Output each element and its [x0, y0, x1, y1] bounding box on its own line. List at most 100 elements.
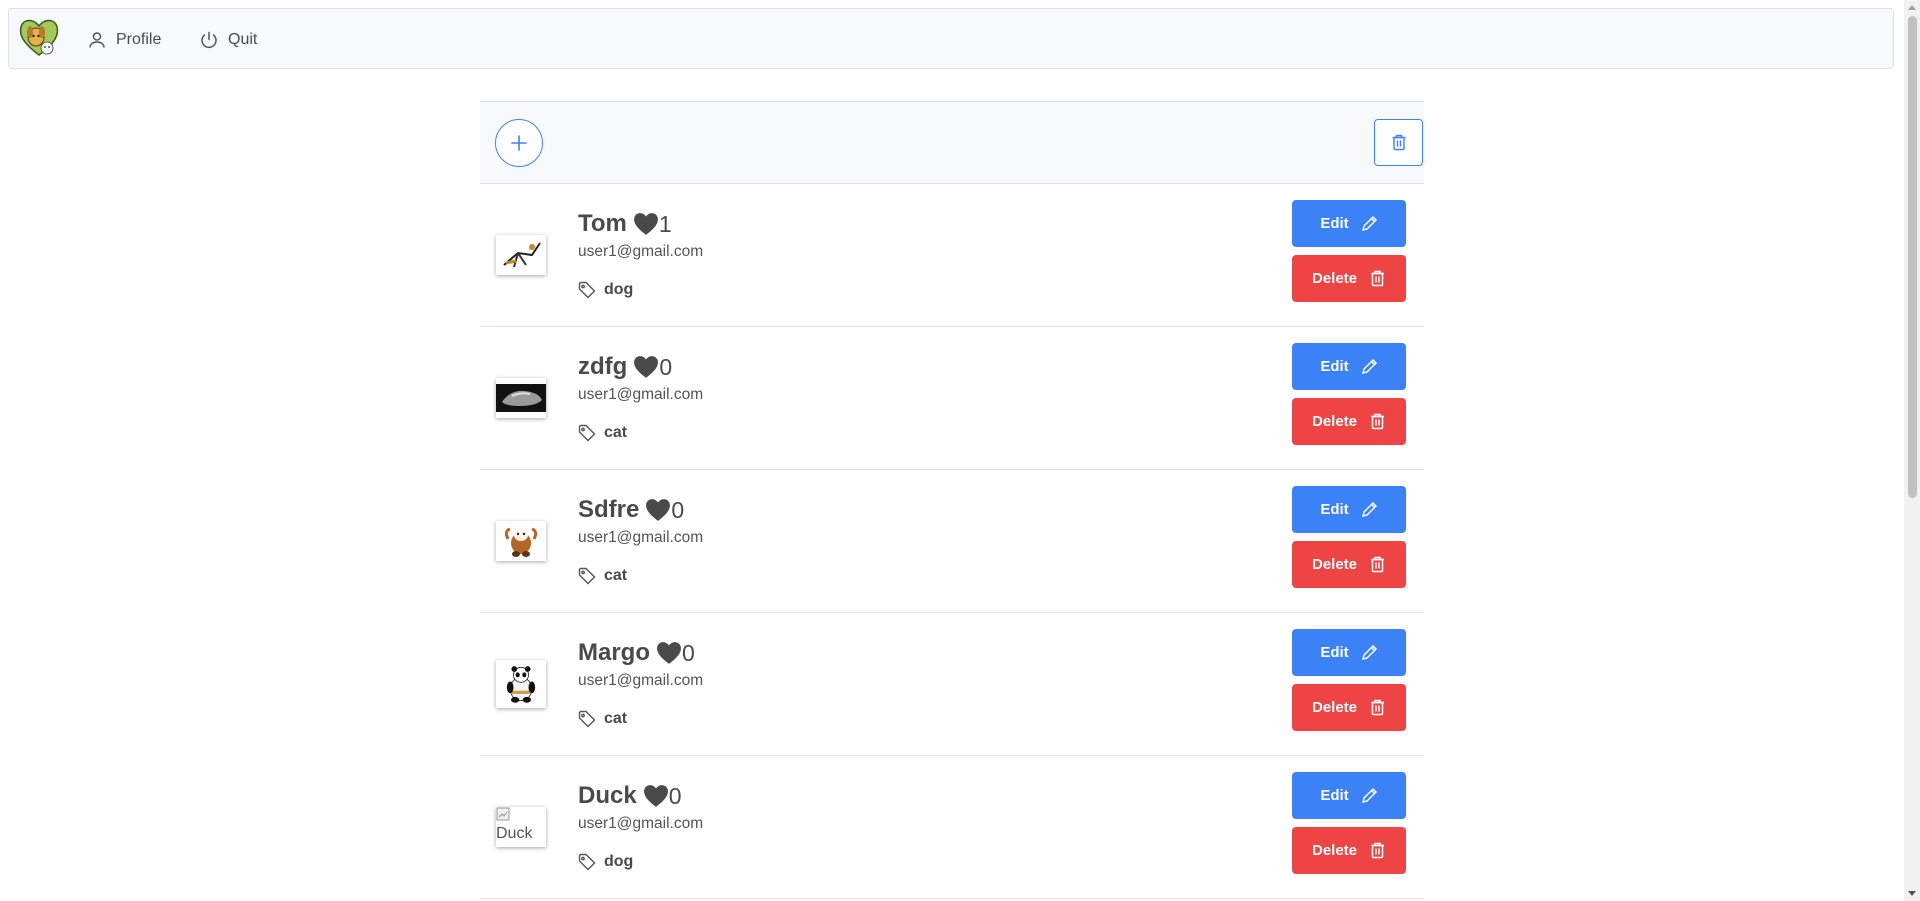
like-count: 1 — [658, 210, 672, 237]
pet-tag-label: dog — [604, 853, 634, 870]
edit-button[interactable]: Edit — [1292, 629, 1406, 676]
like-count: 0 — [682, 639, 695, 666]
pet-list-item: Tom 1 user1@gmail.com dog Edit Delete — [480, 184, 1424, 327]
trash-icon — [1371, 413, 1385, 430]
list-toolbar — [480, 101, 1424, 184]
delete-button-label: Delete — [1311, 270, 1358, 287]
page-scrollbar[interactable] — [1904, 0, 1920, 901]
delete-all-button[interactable] — [1374, 119, 1423, 166]
pet-name: Duck — [578, 782, 637, 809]
delete-button-label: Delete — [1311, 699, 1358, 716]
like-count: 0 — [659, 353, 673, 380]
pet-tag: cat — [578, 710, 627, 728]
heart-icon[interactable] — [633, 212, 659, 236]
trash-icon — [1371, 699, 1385, 716]
edit-button[interactable]: Edit — [1292, 772, 1406, 819]
scroll-up-arrow-icon[interactable] — [1908, 5, 1916, 10]
like-count: 0 — [671, 496, 685, 523]
delete-button[interactable]: Delete — [1292, 684, 1406, 731]
edit-button-label: Edit — [1320, 501, 1349, 518]
power-icon — [201, 31, 217, 48]
tag-icon — [578, 424, 596, 442]
pencil-icon — [1361, 501, 1377, 518]
pencil-icon — [1361, 358, 1377, 375]
pet-image-alt-text: Duck — [496, 825, 533, 842]
delete-button[interactable]: Delete — [1292, 398, 1406, 445]
pet-name: Sdfre — [578, 496, 640, 523]
trash-icon — [1392, 134, 1405, 151]
pet-name: zdfg — [578, 353, 628, 380]
delete-button-label: Delete — [1311, 842, 1358, 859]
app-logo-icon[interactable] — [17, 15, 61, 59]
nav-profile-label: Profile — [116, 30, 162, 48]
pet-title: Sdfre 0 — [578, 496, 684, 524]
edit-button-label: Edit — [1320, 644, 1349, 661]
trash-icon — [1371, 842, 1385, 859]
heart-icon[interactable] — [645, 498, 671, 522]
edit-button-label: Edit — [1320, 358, 1349, 375]
pet-tag: cat — [578, 567, 627, 585]
heart-icon[interactable] — [643, 784, 669, 808]
pet-list-panel: Tom 1 user1@gmail.com dog Edit Delete zdfg 0 use… — [480, 101, 1424, 901]
scroll-down-arrow-icon[interactable] — [1908, 891, 1916, 896]
tag-icon — [578, 710, 596, 728]
delete-button-label: Delete — [1311, 413, 1358, 430]
pet-name: Margo — [578, 639, 650, 666]
edit-button[interactable]: Edit — [1292, 200, 1406, 247]
tag-icon — [578, 853, 596, 871]
pet-title: Tom 1 — [578, 210, 672, 238]
nav-quit-label: Quit — [228, 30, 258, 48]
pet-list-item: Duck Duck 0 user1@gmail.com dog Edit Delete — [480, 756, 1424, 899]
heart-icon[interactable] — [656, 641, 682, 665]
pet-list-item: zdfg 0 user1@gmail.com cat Edit Delete — [480, 327, 1424, 470]
pet-list-item: Margo 0 user1@gmail.com cat Edit Delete — [480, 613, 1424, 756]
trash-icon — [1371, 556, 1385, 573]
trash-icon — [1371, 270, 1385, 287]
edit-button[interactable]: Edit — [1292, 486, 1406, 533]
pet-tag-label: cat — [604, 710, 628, 727]
tag-icon — [578, 281, 596, 299]
pet-tag-label: cat — [604, 424, 628, 441]
user-icon — [89, 31, 105, 48]
add-pet-button[interactable] — [495, 119, 543, 167]
pet-thumbnail[interactable]: Duck — [496, 807, 546, 847]
delete-button-label: Delete — [1311, 556, 1358, 573]
like-count: 0 — [668, 782, 682, 809]
pet-thumbnail[interactable] — [496, 378, 546, 418]
pet-thumbnail[interactable] — [496, 235, 546, 275]
owner-email: user1@gmail.com — [578, 243, 704, 260]
edit-button-label: Edit — [1320, 787, 1349, 804]
pet-title: zdfg 0 — [578, 353, 672, 381]
pet-thumbnail[interactable] — [496, 521, 546, 561]
nav-profile-link[interactable]: Profile — [87, 9, 161, 70]
owner-email: user1@gmail.com — [578, 386, 704, 403]
pet-name: Tom — [578, 210, 627, 237]
owner-email: user1@gmail.com — [578, 815, 704, 832]
heart-icon[interactable] — [633, 355, 659, 379]
navbar: Profile Quit — [8, 8, 1894, 69]
pencil-icon — [1361, 215, 1377, 232]
pet-tag-label: dog — [604, 281, 634, 298]
owner-email: user1@gmail.com — [578, 529, 704, 546]
pet-tag: dog — [578, 281, 633, 299]
pet-title: Duck 0 — [578, 782, 681, 810]
pet-tag: dog — [578, 853, 633, 871]
pet-tag-label: cat — [604, 567, 628, 584]
tag-icon — [578, 567, 596, 585]
edit-button[interactable]: Edit — [1292, 343, 1406, 390]
broken-image-icon — [496, 807, 510, 821]
delete-button[interactable]: Delete — [1292, 827, 1406, 874]
pet-title: Margo 0 — [578, 639, 695, 667]
pencil-icon — [1361, 787, 1377, 804]
delete-button[interactable]: Delete — [1292, 255, 1406, 302]
pet-thumbnail[interactable] — [496, 660, 546, 708]
pet-tag: cat — [578, 424, 627, 442]
edit-button-label: Edit — [1320, 215, 1349, 232]
scroll-thumb[interactable] — [1908, 16, 1917, 498]
delete-button[interactable]: Delete — [1292, 541, 1406, 588]
plus-icon — [511, 135, 527, 151]
owner-email: user1@gmail.com — [578, 672, 704, 689]
nav-quit-link[interactable]: Quit — [199, 9, 257, 70]
pencil-icon — [1361, 644, 1377, 661]
pet-list-item: Sdfre 0 user1@gmail.com cat Edit Delete — [480, 470, 1424, 613]
